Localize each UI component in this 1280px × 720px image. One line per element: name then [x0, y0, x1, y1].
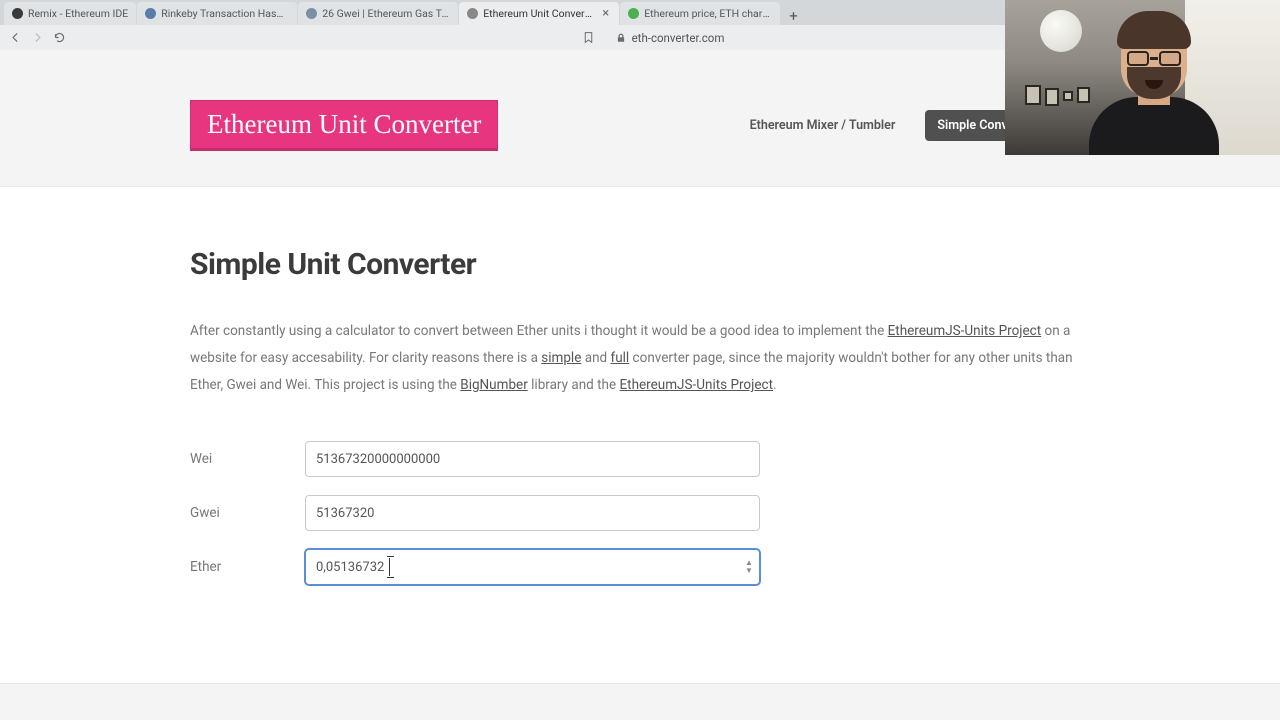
tab-title: Ethereum Unit Converter | Ethe [483, 7, 595, 20]
link-bignumber[interactable]: BigNumber [460, 377, 528, 393]
site-footer: © AVVS Blockchain Technologies | Design:… [0, 684, 1280, 720]
spinner-down-icon[interactable]: ▼ [742, 567, 756, 575]
tab-title: Ethereum price, ETH chart, and ma [644, 7, 772, 20]
description: After constantly using a calculator to c… [190, 318, 1090, 399]
person-silhouette [1077, 0, 1232, 155]
link-ethereumjs-units[interactable]: EthereumJS-Units Project [888, 323, 1042, 339]
close-icon[interactable]: × [600, 6, 611, 21]
text-cursor-icon [389, 558, 390, 576]
globe-icon [467, 8, 478, 19]
lamp-decoration [1040, 10, 1082, 52]
row-gwei: Gwei [190, 495, 1090, 531]
label-wei: Wei [190, 451, 305, 467]
site-logo[interactable]: Ethereum Unit Converter [190, 100, 498, 151]
tab-ethconverter[interactable]: Ethereum Unit Converter | Ethe × [459, 2, 619, 25]
tab-gastracker[interactable]: 26 Gwei | Ethereum Gas Tracker | E [298, 2, 458, 25]
main-section: Simple Unit Converter After constantly u… [0, 186, 1280, 684]
url-display[interactable]: eth-converter.com [616, 31, 725, 45]
tab-title: Remix - Ethereum IDE [28, 7, 128, 20]
tab-title: Rinkeby Transaction Hash (Txhash) [161, 7, 289, 20]
label-gwei: Gwei [190, 505, 305, 521]
link-ethereumjs-units-2[interactable]: EthereumJS-Units Project [619, 377, 773, 393]
nav-mixer[interactable]: Ethereum Mixer / Tumbler [738, 110, 908, 141]
tab-remix[interactable]: Remix - Ethereum IDE [4, 2, 136, 25]
back-icon[interactable] [8, 31, 22, 45]
page-title: Simple Unit Converter [190, 247, 1090, 282]
tab-ethprice[interactable]: Ethereum price, ETH chart, and ma [620, 2, 780, 25]
label-ether: Ether [190, 559, 305, 575]
input-gwei[interactable] [305, 495, 760, 531]
row-ether: Ether ▲ ▼ [190, 549, 1090, 585]
input-ether[interactable] [305, 549, 760, 585]
webcam-overlay [1005, 0, 1280, 155]
new-tab-button[interactable]: + [781, 7, 806, 25]
tab-title: 26 Gwei | Ethereum Gas Tracker | E [322, 7, 450, 20]
lock-icon [616, 33, 626, 43]
favicon-icon [628, 8, 639, 19]
tab-rinkeby[interactable]: Rinkeby Transaction Hash (Txhash) [137, 2, 297, 25]
favicon-icon [145, 8, 156, 19]
link-simple[interactable]: simple [541, 350, 581, 366]
reload-icon[interactable] [52, 31, 66, 45]
favicon-icon [306, 8, 317, 19]
link-full[interactable]: full [611, 350, 630, 366]
number-spinner: ▲ ▼ [742, 553, 756, 581]
row-wei: Wei [190, 441, 1090, 477]
url-text: eth-converter.com [632, 31, 725, 45]
input-wei[interactable] [305, 441, 760, 477]
favicon-icon [12, 8, 23, 19]
bookmark-icon[interactable] [582, 31, 596, 45]
forward-icon[interactable] [30, 31, 44, 45]
